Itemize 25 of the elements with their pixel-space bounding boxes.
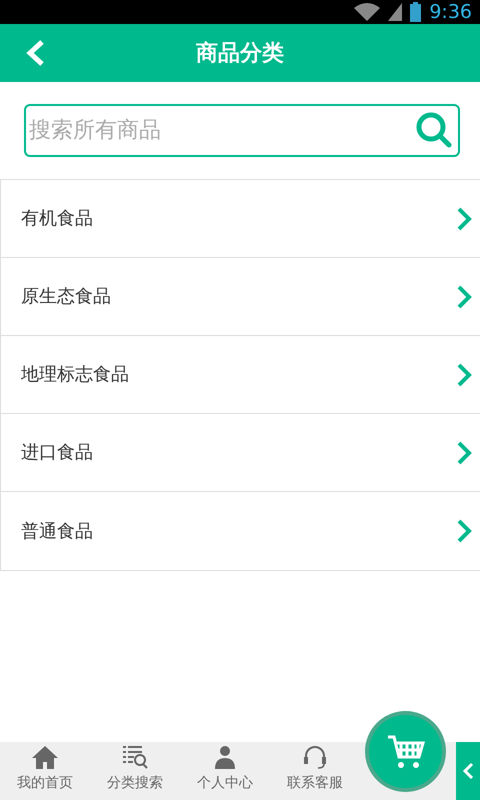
- person-icon: [214, 745, 236, 769]
- search-field[interactable]: 搜索所有商品: [24, 104, 460, 157]
- chevron-right-icon: [456, 284, 472, 308]
- signal-icon: [388, 3, 402, 21]
- cart-icon: [386, 734, 426, 770]
- nav-tab[interactable]: 我的首页: [0, 742, 90, 800]
- nav-tab[interactable]: 联系客服: [270, 742, 360, 800]
- wifi-icon: [354, 3, 380, 21]
- back-icon: [24, 39, 46, 67]
- chevron-right-icon: [456, 362, 472, 386]
- chevron-right-icon: [456, 440, 472, 464]
- battery-icon: [410, 2, 422, 22]
- headset-icon: [303, 745, 327, 769]
- page-title: 商品分类: [196, 40, 284, 68]
- back-button[interactable]: [24, 39, 46, 67]
- list-search-icon: [122, 745, 148, 769]
- search-icon: [416, 112, 452, 148]
- chevron-right-icon: [456, 519, 472, 543]
- chevron-right-icon: [456, 206, 472, 230]
- chevron-left-icon: [462, 762, 474, 780]
- nav-tab[interactable]: 分类搜索: [90, 742, 180, 800]
- status-time: 9:36: [429, 0, 472, 24]
- home-icon: [31, 745, 59, 769]
- nav-tab[interactable]: 个人中心: [180, 742, 270, 800]
- side-toggle-button[interactable]: [456, 742, 480, 800]
